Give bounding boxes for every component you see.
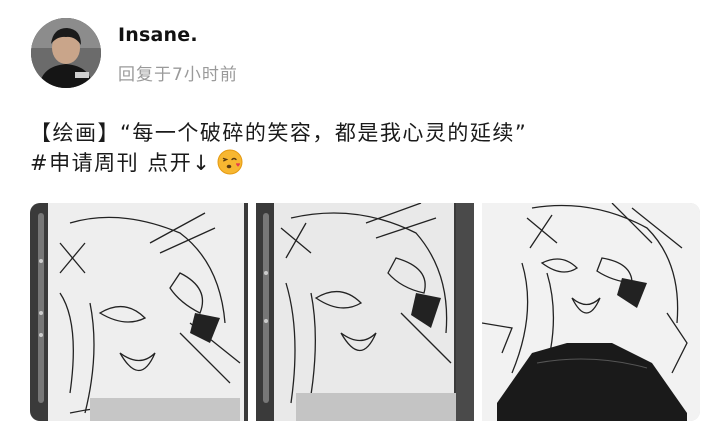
gallery-image-3[interactable] [482, 203, 700, 421]
caption-line-1: 【绘画】“每一个破碎的笑容，都是我心灵的延续” [30, 121, 528, 145]
avatar-image [31, 18, 101, 88]
caption-line-2: #申请周刊 点开↓ [30, 148, 690, 178]
username[interactable]: Insane. [118, 24, 198, 46]
post-caption: 【绘画】“每一个破碎的笑容，都是我心灵的延续” #申请周刊 点开↓ [30, 118, 690, 178]
avatar[interactable] [31, 18, 101, 88]
caption-line-2-text: #申请周刊 点开↓ [30, 151, 212, 175]
sketch-photo-1 [30, 203, 248, 421]
reply-timestamp: 回复于7小时前 [118, 65, 238, 85]
sketch-photo-2 [256, 203, 474, 421]
kissing-face-emoji-icon [217, 149, 243, 175]
gallery-image-2[interactable] [256, 203, 474, 421]
gallery-image-1[interactable] [30, 203, 248, 421]
comment-post: Insane. 回复于7小时前 【绘画】“每一个破碎的笑容，都是我心灵的延续” … [0, 0, 716, 436]
sketch-photo-3 [482, 203, 700, 421]
